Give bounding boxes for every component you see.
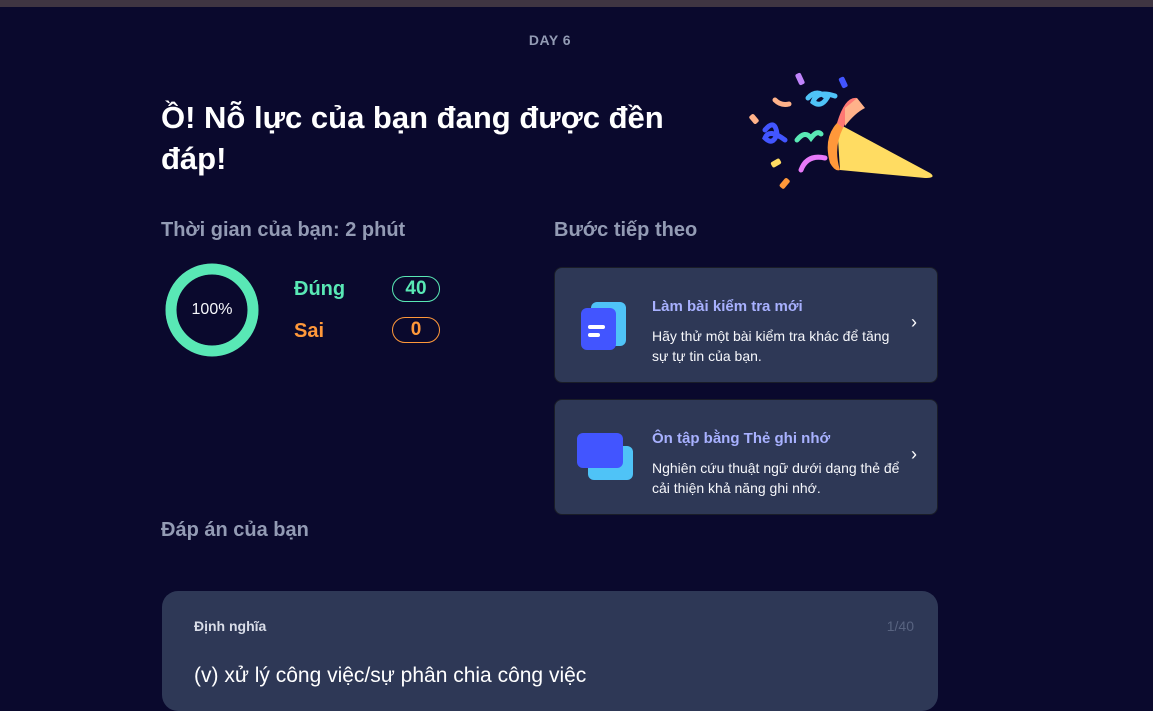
definition-label: Định nghĩa [194, 618, 267, 634]
flashcards-card[interactable]: Ôn tập bằng Thẻ ghi nhớ Nghiên cứu thuật… [554, 399, 938, 515]
chevron-right-icon: › [911, 444, 917, 464]
flashcards-description: Nghiên cứu thuật ngữ dưới dạng thẻ để cả… [652, 460, 900, 496]
wrong-count-badge: 0 [392, 317, 440, 343]
flashcards-icon [577, 433, 633, 480]
definition-text: (v) xử lý công việc/sự phân chia công vi… [194, 664, 587, 687]
new-test-title: Làm bài kiểm tra mới [652, 298, 803, 315]
page-title: Ồ! Nỗ lực của bạn đang được đền đáp! [161, 100, 664, 176]
new-test-description: Hãy thử một bài kiểm tra khác để tăng sự… [652, 328, 890, 364]
correct-count-badge: 40 [392, 276, 440, 302]
party-popper-icon [749, 72, 933, 189]
chevron-right-icon: › [911, 312, 917, 332]
question-counter: 1/40 [886, 618, 914, 634]
score-percent: 100% [191, 301, 233, 318]
answers-title: Đáp án của bạn [161, 519, 309, 541]
flashcards-title: Ôn tập bằng Thẻ ghi nhớ [652, 430, 831, 447]
time-label: Thời gian của bạn: 2 phút [161, 219, 406, 241]
new-test-card[interactable]: Làm bài kiểm tra mới Hãy thử một bài kiể… [554, 267, 938, 383]
test-document-icon [581, 302, 626, 350]
day-label: DAY 6 [528, 32, 572, 48]
top-bar [0, 0, 1153, 7]
answer-card: Định nghĩa 1/40 (v) xử lý công việc/sự p… [162, 591, 938, 711]
correct-label: Đúng [294, 278, 346, 300]
next-steps-title: Bước tiếp theo [554, 219, 698, 241]
wrong-label: Sai [294, 320, 325, 342]
